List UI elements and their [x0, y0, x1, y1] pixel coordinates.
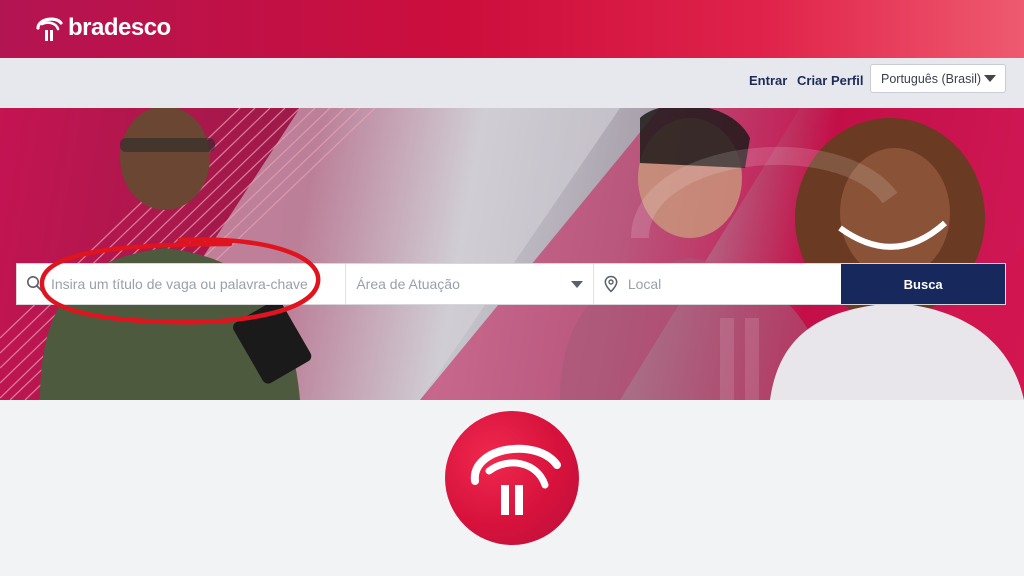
location-field	[594, 264, 842, 304]
location-input[interactable]	[627, 264, 828, 304]
bradesco-logo[interactable]: bradesco	[34, 10, 171, 46]
search-icon	[27, 276, 43, 292]
login-link[interactable]: Entrar	[749, 73, 787, 88]
chevron-down-icon	[984, 75, 996, 82]
hero-banner	[0, 108, 1024, 400]
brand-name: bradesco	[68, 14, 171, 41]
language-select[interactable]: Português (Brasil)	[870, 64, 1006, 93]
bradesco-tree-icon	[470, 444, 561, 515]
bradesco-tree-icon	[36, 17, 63, 41]
hero-image	[0, 108, 1024, 400]
utility-nav: Entrar Criar Perfil Português (Brasil)	[0, 58, 1024, 108]
area-dropdown[interactable]	[346, 264, 594, 304]
search-button[interactable]: Busca	[841, 264, 1005, 304]
chevron-down-icon	[570, 281, 583, 288]
language-selected-value: Português (Brasil)	[881, 72, 982, 86]
area-select-input[interactable]	[356, 264, 557, 304]
bradesco-emblem	[445, 411, 579, 545]
location-pin-icon	[604, 275, 618, 293]
keyword-field	[17, 264, 347, 304]
keyword-search-input[interactable]	[51, 264, 343, 304]
create-profile-link[interactable]: Criar Perfil	[797, 73, 863, 88]
brand-header: bradesco	[0, 0, 1024, 58]
job-search-bar: Busca	[16, 263, 1006, 305]
